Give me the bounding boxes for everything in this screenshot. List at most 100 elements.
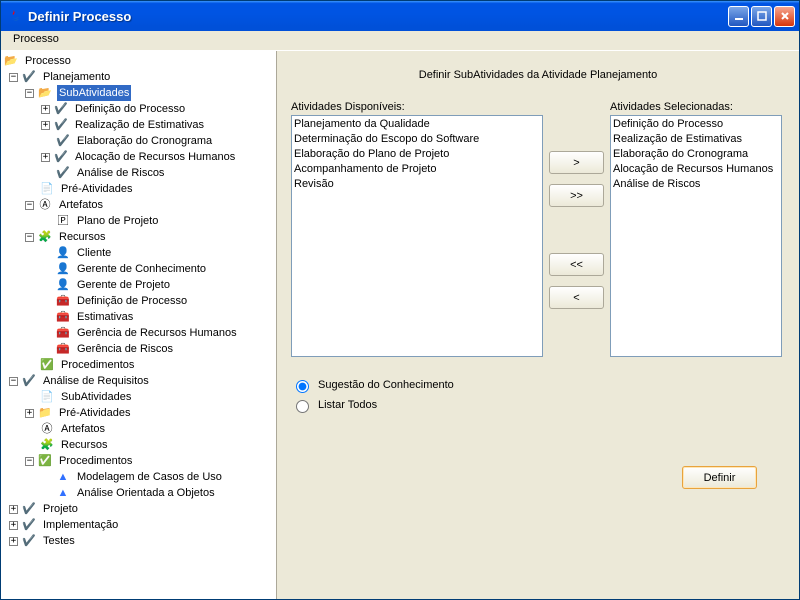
activity-icon: ✔️ bbox=[21, 69, 37, 85]
available-listbox[interactable]: Planejamento da Qualidade Determinação d… bbox=[291, 115, 543, 357]
triangle-icon: ▲ bbox=[55, 485, 71, 501]
move-left-all-button[interactable]: << bbox=[549, 253, 604, 276]
resource-group-icon: 🧩 bbox=[37, 229, 53, 245]
tree-node-processo[interactable]: Processo bbox=[23, 53, 73, 69]
tree-node[interactable]: Análise Orientada a Objetos bbox=[75, 485, 217, 501]
tree-toggle[interactable]: − bbox=[25, 457, 34, 466]
person-icon: 👤 bbox=[55, 261, 71, 277]
document-icon: 📄 bbox=[39, 181, 55, 197]
tree-node[interactable]: Elaboração do Cronograma bbox=[75, 133, 214, 149]
tree-node[interactable]: Plano de Projeto bbox=[75, 213, 160, 229]
list-item[interactable]: Elaboração do Plano de Projeto bbox=[294, 147, 540, 162]
tree-toggle[interactable]: + bbox=[9, 521, 18, 530]
person-icon: 👤 bbox=[55, 277, 71, 293]
tree-toggle[interactable]: − bbox=[25, 89, 34, 98]
list-item[interactable]: Alocação de Recursos Humanos bbox=[613, 162, 779, 177]
list-item[interactable]: Análise de Riscos bbox=[613, 177, 779, 192]
activity-icon: ✔️ bbox=[53, 101, 69, 117]
tree-toggle[interactable]: + bbox=[9, 537, 18, 546]
tree-node[interactable]: Artefatos bbox=[57, 197, 105, 213]
resource-group-icon: 🧩 bbox=[39, 437, 55, 453]
minimize-button[interactable] bbox=[728, 6, 749, 27]
tree-node-subatividades[interactable]: SubAtividades bbox=[57, 85, 131, 101]
tree-toggle[interactable]: − bbox=[9, 73, 18, 82]
tree-node[interactable]: Gerência de Riscos bbox=[75, 341, 175, 357]
tree-node[interactable]: Procedimentos bbox=[59, 357, 136, 373]
tree-node-testes[interactable]: Testes bbox=[41, 533, 77, 549]
list-item[interactable]: Determinação do Escopo do Software bbox=[294, 132, 540, 147]
tree-node-implementacao[interactable]: Implementação bbox=[41, 517, 120, 533]
filter-radios: Sugestão do Conhecimento Listar Todos bbox=[291, 377, 785, 417]
tree-toggle[interactable]: + bbox=[9, 505, 18, 514]
tree-node[interactable]: Estimativas bbox=[75, 309, 135, 325]
menu-processo[interactable]: Processo bbox=[7, 31, 65, 47]
tree-node[interactable]: Procedimentos bbox=[57, 453, 134, 469]
tree-toggle[interactable]: − bbox=[25, 233, 34, 242]
list-item[interactable]: Planejamento da Qualidade bbox=[294, 117, 540, 132]
radio-sugestao[interactable]: Sugestão do Conhecimento bbox=[291, 377, 785, 393]
tree-node[interactable]: Alocação de Recursos Humanos bbox=[73, 149, 237, 165]
tree-node[interactable]: Definição do Processo bbox=[73, 101, 187, 117]
selected-listbox[interactable]: Definição do Processo Realização de Esti… bbox=[610, 115, 782, 357]
radio-input-listar[interactable] bbox=[296, 400, 309, 413]
window-title: Definir Processo bbox=[28, 9, 728, 24]
tool-icon: 🧰 bbox=[55, 341, 71, 357]
person-icon: 👤 bbox=[55, 245, 71, 261]
tree-node[interactable]: Recursos bbox=[57, 229, 107, 245]
close-button[interactable] bbox=[774, 6, 795, 27]
definir-button[interactable]: Definir bbox=[682, 466, 757, 489]
tree-node-planejamento[interactable]: Planejamento bbox=[41, 69, 112, 85]
move-left-button[interactable]: < bbox=[549, 286, 604, 309]
available-label: Atividades Disponíveis: bbox=[291, 101, 543, 113]
tree-node[interactable]: Gerente de Projeto bbox=[75, 277, 172, 293]
procedure-icon: ✅ bbox=[37, 453, 53, 469]
tree-node-analise-requisitos[interactable]: Análise de Requisitos bbox=[41, 373, 151, 389]
list-item[interactable]: Definição do Processo bbox=[613, 117, 779, 132]
tree-node[interactable]: Artefatos bbox=[59, 421, 107, 437]
radio-label: Listar Todos bbox=[318, 399, 377, 411]
tree-node[interactable]: Recursos bbox=[59, 437, 109, 453]
artifact-group-icon: Ⓐ bbox=[37, 197, 53, 213]
triangle-icon: ▲ bbox=[55, 469, 71, 485]
tree-node[interactable]: Cliente bbox=[75, 245, 113, 261]
tree-node[interactable]: Gerência de Recursos Humanos bbox=[75, 325, 239, 341]
tree-view[interactable]: 📂Processo −✔️Planejamento −📂SubAtividade… bbox=[1, 51, 277, 599]
radio-label: Sugestão do Conhecimento bbox=[318, 379, 454, 391]
tree-toggle[interactable]: + bbox=[41, 121, 50, 130]
list-item[interactable]: Revisão bbox=[294, 177, 540, 192]
tree-toggle[interactable]: − bbox=[25, 201, 34, 210]
java-icon bbox=[7, 8, 23, 24]
tree-toggle[interactable]: + bbox=[25, 409, 34, 418]
radio-listar-todos[interactable]: Listar Todos bbox=[291, 397, 785, 413]
move-right-button[interactable]: > bbox=[549, 151, 604, 174]
selected-label: Atividades Selecionadas: bbox=[610, 101, 785, 113]
list-item[interactable]: Realização de Estimativas bbox=[613, 132, 779, 147]
move-right-all-button[interactable]: >> bbox=[549, 184, 604, 207]
tree-toggle[interactable]: − bbox=[9, 377, 18, 386]
tree-toggle[interactable]: + bbox=[41, 153, 50, 162]
activity-icon: ✔️ bbox=[21, 501, 37, 517]
maximize-button[interactable] bbox=[751, 6, 772, 27]
tree-node[interactable]: Gerente de Conhecimento bbox=[75, 261, 208, 277]
tree-node[interactable]: SubAtividades bbox=[59, 389, 133, 405]
activity-icon: ✔️ bbox=[53, 117, 69, 133]
menubar: Processo bbox=[1, 31, 799, 51]
tree-node[interactable]: Pré-Atividades bbox=[59, 181, 135, 197]
content: 📂Processo −✔️Planejamento −📂SubAtividade… bbox=[1, 51, 799, 599]
tree-node[interactable]: Pré-Atividades bbox=[57, 405, 133, 421]
list-item[interactable]: Acompanhamento de Projeto bbox=[294, 162, 540, 177]
procedure-icon: ✅ bbox=[39, 357, 55, 373]
tree-node-projeto[interactable]: Projeto bbox=[41, 501, 80, 517]
tree-node[interactable]: Análise de Riscos bbox=[75, 165, 166, 181]
tree-node[interactable]: Definição de Processo bbox=[75, 293, 189, 309]
tree-node[interactable]: Modelagem de Casos de Uso bbox=[75, 469, 224, 485]
radio-input-sugestao[interactable] bbox=[296, 380, 309, 393]
panel-heading: Definir SubAtividades da Atividade Plane… bbox=[291, 61, 785, 101]
document-icon: 📄 bbox=[39, 389, 55, 405]
tool-icon: 🧰 bbox=[55, 293, 71, 309]
list-item[interactable]: Elaboração do Cronograma bbox=[613, 147, 779, 162]
activity-icon: ✔️ bbox=[55, 133, 71, 149]
tool-icon: 🧰 bbox=[55, 309, 71, 325]
tree-node[interactable]: Realização de Estimativas bbox=[73, 117, 206, 133]
tree-toggle[interactable]: + bbox=[41, 105, 50, 114]
